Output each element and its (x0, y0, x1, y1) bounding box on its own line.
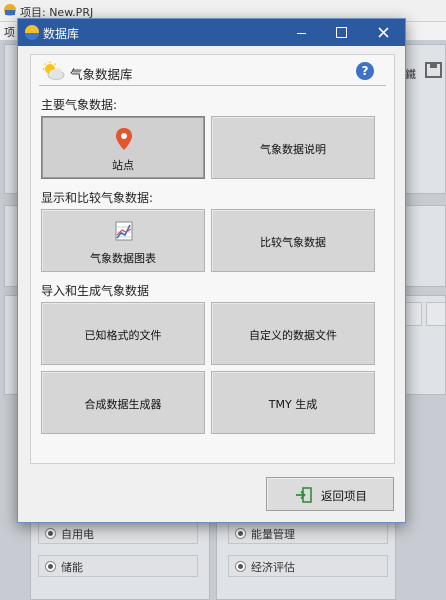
option-label: 自用电 (61, 528, 94, 541)
header-divider (39, 85, 386, 86)
return-to-project-button[interactable]: 返回项目 (266, 477, 394, 511)
button-label: 气象数据说明 (260, 143, 326, 156)
database-dialog: 数据库 气象数据库 ? 主要气象数据: 站点 气象数据说明 显示和比较气象数据:… (17, 18, 406, 523)
button-label: 自定义的数据文件 (249, 329, 337, 342)
maximize-button[interactable] (324, 19, 358, 46)
sites-button[interactable]: 站点 (41, 116, 205, 179)
section-label-display-compare: 显示和比较气象数据: (41, 191, 154, 205)
option-label: 能量管理 (251, 528, 295, 541)
dialog-title: 数据库 (43, 27, 80, 41)
custom-data-file-button[interactable]: 自定义的数据文件 (211, 302, 375, 365)
minimize-button[interactable] (284, 19, 318, 46)
app-logo-icon (4, 4, 16, 16)
button-label: 合成数据生成器 (84, 398, 162, 411)
background-side-button[interactable] (426, 302, 446, 326)
compare-weather-data-button[interactable]: 比较气象数据 (211, 209, 375, 272)
background-menu-item[interactable]: 项 (4, 24, 15, 40)
synthetic-data-generator-button[interactable]: 合成数据生成器 (41, 371, 205, 434)
app-logo-icon (25, 25, 39, 40)
known-format-file-button[interactable]: 已知格式的文件 (41, 302, 205, 365)
weather-data-description-button[interactable]: 气象数据说明 (211, 116, 375, 179)
button-label: TMY 生成 (268, 398, 318, 411)
return-arrow-icon (296, 487, 312, 503)
option-label: 经济评估 (251, 561, 295, 574)
economic-evaluation-option[interactable]: 经济评估 (228, 555, 388, 577)
close-button[interactable] (366, 19, 400, 46)
dialog-titlebar[interactable]: 数据库 (18, 19, 405, 46)
weather-data-chart-button[interactable]: 气象数据图表 (41, 209, 205, 272)
energy-management-option[interactable]: 能量管理 (228, 522, 388, 544)
radio-icon (235, 561, 246, 572)
weather-database-panel: 气象数据库 ? 主要气象数据: 站点 气象数据说明 显示和比较气象数据: 气象数… (30, 54, 395, 464)
radio-icon (45, 528, 56, 539)
background-partial-label: 鐵 (405, 68, 416, 81)
weather-sun-cloud-icon (43, 61, 65, 80)
self-consumption-option[interactable]: 自用电 (38, 522, 198, 544)
button-label: 站点 (112, 159, 134, 172)
button-label: 气象数据图表 (90, 252, 156, 265)
option-label: 储能 (61, 561, 83, 574)
save-icon[interactable] (424, 60, 444, 80)
section-label-import-generate: 导入和生成气象数据 (41, 284, 150, 298)
tmy-generation-button[interactable]: TMY 生成 (211, 371, 375, 434)
radio-icon (45, 561, 56, 572)
chart-icon (115, 221, 133, 241)
button-label: 已知格式的文件 (84, 329, 162, 342)
location-pin-icon (116, 128, 132, 150)
storage-option[interactable]: 储能 (38, 555, 198, 577)
button-label: 返回项目 (321, 489, 367, 503)
close-icon (378, 27, 389, 38)
section-label-main-weather-data: 主要气象数据: (41, 98, 118, 112)
radio-icon (235, 528, 246, 539)
help-icon[interactable]: ? (356, 62, 374, 80)
panel-title: 气象数据库 (70, 67, 133, 82)
button-label: 比较气象数据 (260, 236, 326, 249)
